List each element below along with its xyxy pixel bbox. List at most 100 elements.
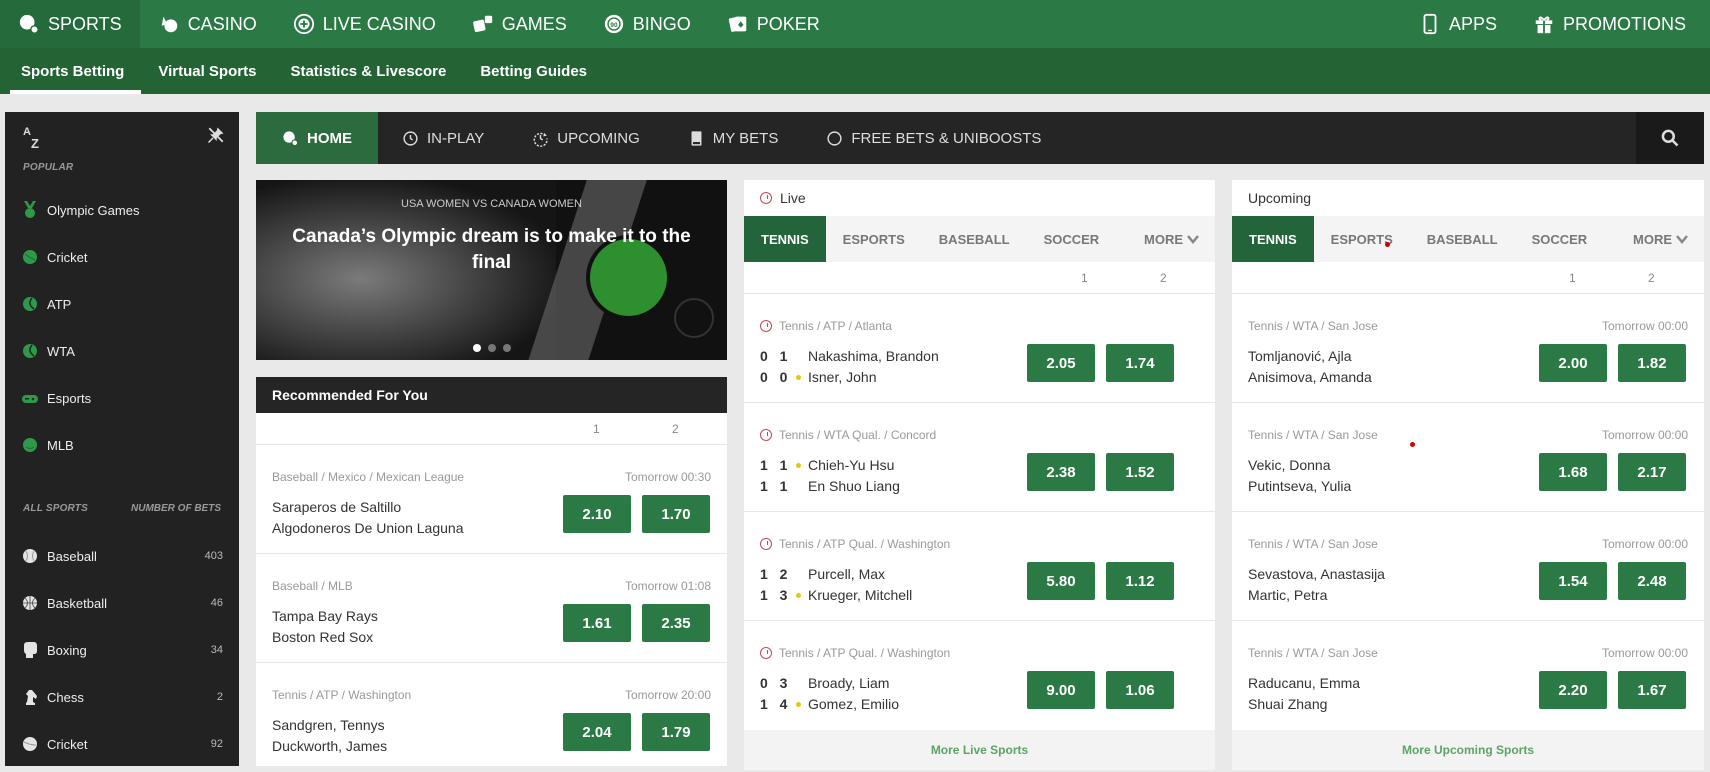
top-nav-games[interactable]: GAMES [454,0,585,48]
odds-button-1[interactable]: 1.61 [563,604,631,642]
main-nav-my-bets-label: MY BETS [712,129,779,147]
carousel-dot[interactable] [487,344,496,352]
away-player: Anisimova, Amanda [1248,369,1372,385]
event-teams[interactable]: Raducanu, Emma Shuai Zhang [1248,673,1360,715]
sub-nav-virtual-sports[interactable]: Virtual Sports [141,48,273,94]
sidebar-item-label: WTA [47,343,75,359]
main-nav-in-play[interactable]: IN-PLAY [378,112,508,164]
odds-button-2[interactable]: 1.70 [642,495,710,533]
banner-kicker: USA WOMEN VS CANADA WOMEN [401,198,582,210]
odds-button-2[interactable]: 1.12 [1106,562,1174,600]
tab-more[interactable]: MORE [1127,216,1215,262]
top-nav-live-casino[interactable]: LIVE CASINO [275,0,454,48]
away-team: Algodoneros De Union Laguna [272,520,464,536]
sidebar-item-chess[interactable]: Chess 2 [21,682,223,712]
odds-button-1[interactable]: 1.54 [1539,562,1607,600]
top-nav-sports[interactable]: SPORTS [0,0,140,48]
top-nav-casino[interactable]: CASINO [140,0,275,48]
event-teams[interactable]: Tampa Bay Rays Boston Red Sox [272,606,378,648]
sub-nav-sports-betting[interactable]: Sports Betting [4,48,142,94]
odds-button-2[interactable]: 1.74 [1106,344,1174,382]
odds-button-1[interactable]: 2.04 [563,713,631,751]
carousel-dot[interactable] [472,344,481,352]
more-upcoming-sports-link[interactable]: More Upcoming Sports [1232,730,1704,770]
tab-esports[interactable]: ESPORTS [826,216,922,262]
sidebar-item-label: Chess [47,689,84,705]
promo-banner[interactable]: USA WOMEN VS CANADA WOMEN Canada’s Olymp… [256,180,727,360]
event-teams[interactable]: Tomljanović, Ajla Anisimova, Amanda [1248,346,1372,388]
top-nav-games-label: GAMES [501,13,567,34]
live-clock-icon [760,320,772,332]
event-teams[interactable]: Vekic, Donna Putintseva, Yulia [1248,455,1351,497]
top-nav-bingo[interactable]: 90 BINGO [585,0,709,48]
odds-button-1[interactable]: 2.10 [563,495,631,533]
home-player: Vekic, Donna [1248,457,1331,473]
tab-soccer[interactable]: SOCCER [1027,216,1117,262]
top-nav-apps-label: APPS [1448,13,1497,34]
main-nav-upcoming[interactable]: UPCOMING [508,112,664,164]
odds-button-1[interactable]: 1.68 [1539,453,1607,491]
event-teams[interactable]: Saraperos de Saltillo Algodoneros De Uni… [272,497,463,539]
dice-icon [472,15,492,33]
odds-button-2[interactable]: 2.48 [1618,562,1686,600]
sub-nav-statistics-livescore[interactable]: Statistics & Livescore [273,48,463,94]
live-clock-icon [760,429,772,441]
odds-button-2[interactable]: 1.06 [1106,671,1174,709]
tab-tennis[interactable]: TENNIS [1232,216,1314,262]
tab-tennis[interactable]: TENNIS [744,216,826,262]
top-nav-poker[interactable]: POKER [709,0,838,48]
sidebar-item-atp[interactable]: ATP [21,289,223,319]
odds-button-2[interactable]: 1.67 [1618,671,1686,709]
top-nav-live-casino-label: LIVE CASINO [322,13,436,34]
odds-button-2[interactable]: 1.52 [1106,453,1174,491]
event-teams[interactable]: 0 1 Nakashima, Brandon 0 0 Isner, John [760,346,939,388]
tab-soccer[interactable]: SOCCER [1515,216,1605,262]
odds-button-1[interactable]: 2.05 [1027,344,1095,382]
main-nav-home[interactable]: HOME [256,112,378,164]
odds-button-2[interactable]: 2.17 [1618,453,1686,491]
tab-baseball[interactable]: BASEBALL [1410,216,1515,262]
home-player: Tomljanović, Ajla [1248,348,1352,364]
odds-button-2[interactable]: 2.35 [642,604,710,642]
carousel-dots [256,344,727,352]
main-nav-my-bets[interactable]: MY BETS [664,112,803,164]
top-nav-promotions[interactable]: PROMOTIONS [1515,0,1710,48]
sidebar-item-boxing[interactable]: Boxing 34 [21,635,223,665]
sidebar-item-cricket[interactable]: Cricket [21,242,223,272]
search-button[interactable] [1636,112,1704,164]
sidebar-item-cricket-all[interactable]: Cricket 92 [21,729,223,759]
more-live-sports-link[interactable]: More Live Sports [744,730,1215,770]
sidebar-item-baseball[interactable]: Baseball 403 [21,541,223,571]
away-score: 1 3 [760,587,792,603]
tab-more[interactable]: MORE [1616,216,1704,262]
odds-button-1[interactable]: 2.38 [1027,453,1095,491]
live-event-row: Tennis / ATP Qual. / Washington 0 3 Broad… [744,621,1215,730]
odds-button-2[interactable]: 1.79 [642,713,710,751]
sidebar-item-mlb[interactable]: MLB [21,430,223,460]
event-teams[interactable]: Sevastova, Anastasija Martic, Petra [1248,564,1385,606]
odds-button-1[interactable]: 5.80 [1027,562,1095,600]
sub-nav-betting-guides[interactable]: Betting Guides [463,48,604,94]
odds-button-2[interactable]: 1.82 [1618,344,1686,382]
carousel-dot[interactable] [502,344,511,352]
odds-button-1[interactable]: 2.20 [1539,671,1607,709]
sidebar-item-olympic-games[interactable]: Olympic Games [21,195,223,225]
top-nav-apps[interactable]: APPS [1401,0,1515,48]
main-nav-free-bets[interactable]: FREE BETS & UNIBOOSTS [802,112,1065,164]
event-meta: Baseball / MLB [272,579,353,593]
unpin-icon[interactable] [207,126,225,144]
odds-button-1[interactable]: 9.00 [1027,671,1095,709]
tab-baseball[interactable]: BASEBALL [922,216,1027,262]
event-teams[interactable]: 1 1 Chieh-Yu Hsu 1 1 En Shuo Liang [760,455,900,497]
sports-sidebar: A Z POPULAR Olympic Games Cricket ATP WT… [5,112,239,766]
event-teams[interactable]: 1 2 Purcell, Max 1 3 Krueger, Mitchell [760,564,912,606]
az-sort-icon[interactable]: A Z [23,126,39,150]
event-teams[interactable]: Sandgren, Tennys Duckworth, James [272,715,387,757]
sidebar-item-basketball[interactable]: Basketball 46 [21,588,223,618]
odds-button-1[interactable]: 2.00 [1539,344,1607,382]
sidebar-item-wta[interactable]: WTA [21,336,223,366]
tab-esports[interactable]: ESPORTS [1314,216,1410,262]
live-clock-icon [760,538,772,550]
event-teams[interactable]: 0 3 Broady, Liam 1 4 Gomez, Emilio [760,673,899,715]
sidebar-item-esports[interactable]: Esports [21,383,223,413]
